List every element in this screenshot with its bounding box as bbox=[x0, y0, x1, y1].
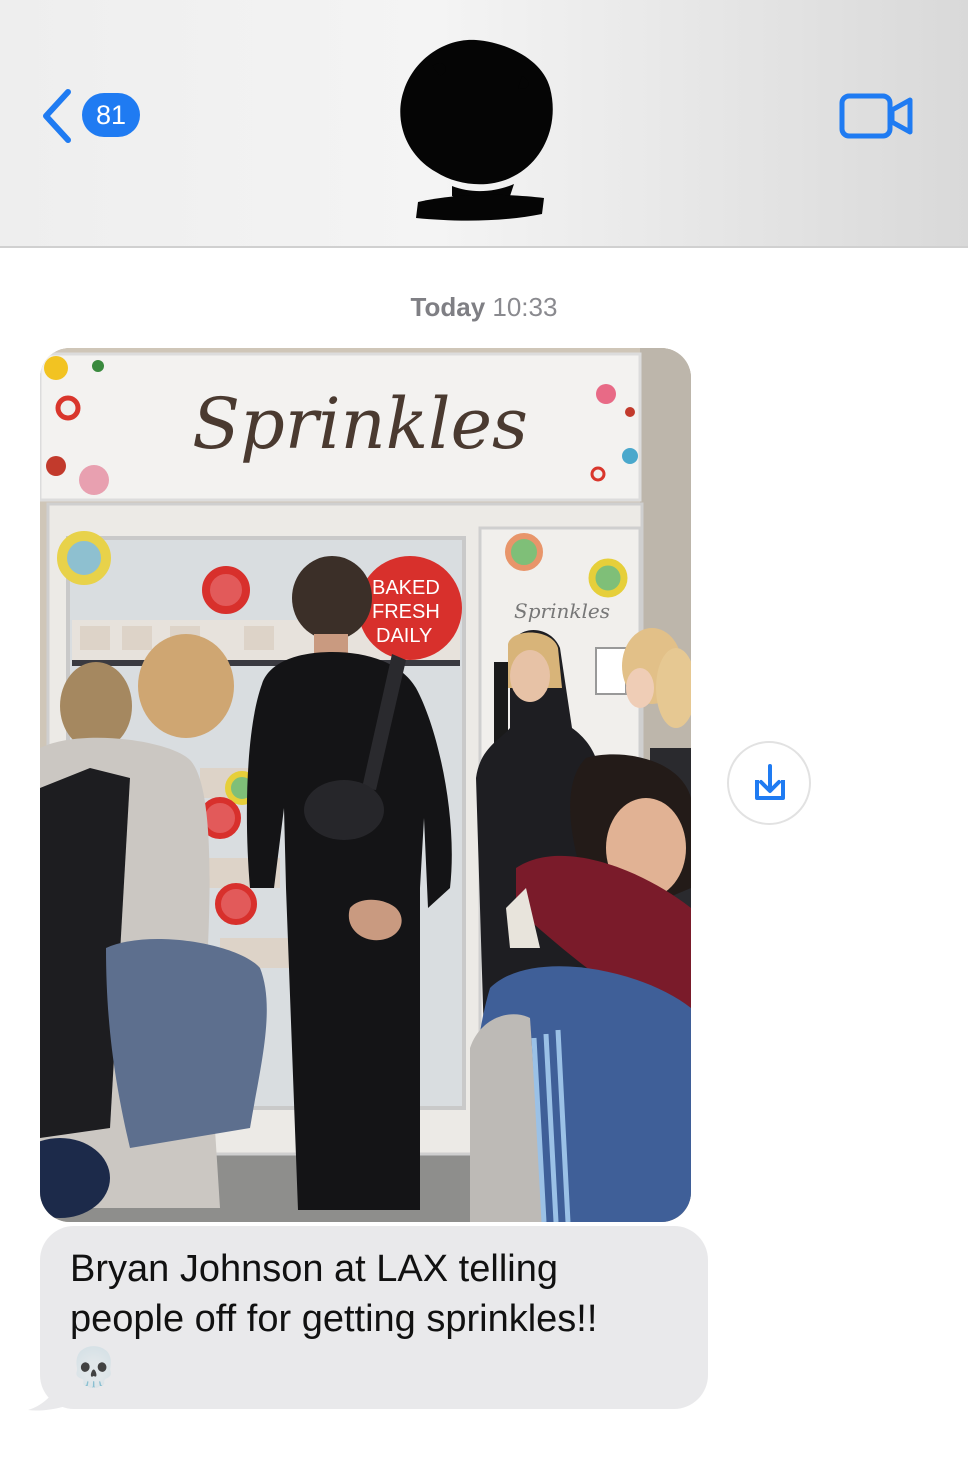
unread-count-badge: 81 bbox=[82, 93, 140, 137]
message-text-line1: Bryan Johnson at LAX telling bbox=[70, 1248, 558, 1290]
conversation-header: 81 bbox=[0, 0, 968, 248]
sprinkles-sign-text: Sprinkles bbox=[192, 383, 528, 465]
contact-avatar[interactable] bbox=[392, 36, 562, 231]
message-timestamp: Today 10:33 bbox=[0, 292, 968, 323]
photo-attachment[interactable]: Sprinkles BAKED FRESH DAILY Sprinkles bbox=[40, 348, 691, 1222]
chevron-left-icon bbox=[43, 89, 71, 143]
timestamp-time: 10:33 bbox=[492, 292, 558, 322]
door-logo-text: Sprinkles bbox=[514, 599, 610, 623]
back-button[interactable]: 81 bbox=[38, 86, 148, 146]
baked-badge-line2: FRESH bbox=[372, 601, 440, 623]
video-call-button[interactable] bbox=[838, 90, 916, 142]
skull-emoji: 💀 bbox=[70, 1345, 118, 1389]
save-photo-button[interactable] bbox=[727, 741, 811, 825]
message-text-line2: people off for getting sprinkles!! bbox=[70, 1298, 598, 1340]
timestamp-day: Today bbox=[410, 292, 486, 322]
incoming-message-bubble[interactable]: Bryan Johnson at LAX telling people off … bbox=[40, 1226, 708, 1409]
download-icon bbox=[755, 764, 785, 800]
video-camera-icon bbox=[839, 93, 913, 139]
baked-badge-line1: BAKED bbox=[372, 577, 440, 599]
baked-badge-line3: DAILY bbox=[376, 625, 432, 647]
